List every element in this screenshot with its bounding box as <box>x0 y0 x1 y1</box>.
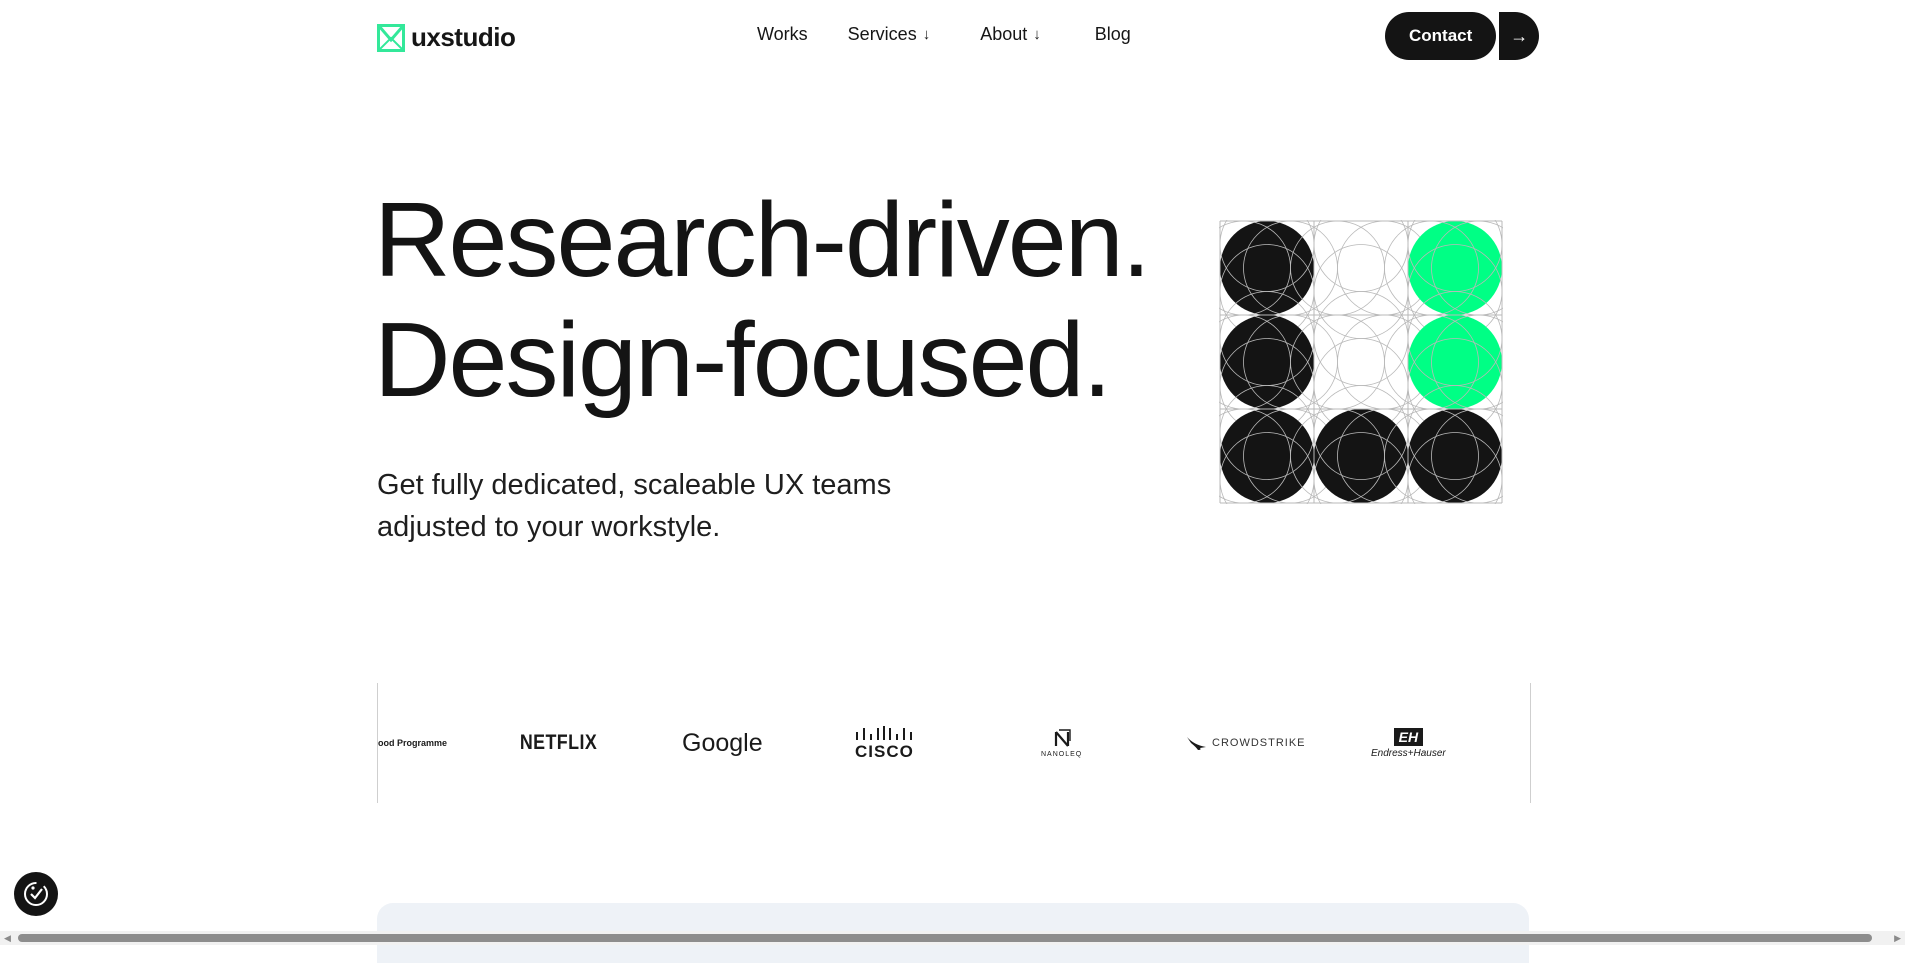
accessibility-button[interactable] <box>14 872 58 916</box>
client-logo-wfp: ood Programme <box>378 683 447 803</box>
client-endress-badge: EH <box>1393 727 1424 746</box>
nav-services[interactable]: Services ↓ <box>848 24 931 45</box>
grid-circle-white <box>1314 221 1408 315</box>
client-logo-nanoleq: NANOLEQ <box>1041 683 1082 803</box>
hero-headline-line1: Research-driven. <box>374 181 1151 299</box>
client-logo-crowdstrike: CROWDSTRIKE <box>1186 683 1306 803</box>
arrow-down-icon: ↓ <box>922 26 931 43</box>
nav-blog[interactable]: Blog <box>1095 24 1131 45</box>
scrollbar-thumb[interactable] <box>18 934 1872 942</box>
grid-circle-white <box>1314 315 1408 409</box>
client-endress-text: Endress+Hauser <box>1371 747 1446 759</box>
logo-text: uxstudio <box>411 22 516 52</box>
accessibility-icon <box>24 882 48 906</box>
contact-cta: Contact → <box>1385 12 1540 60</box>
hero-subtitle-line2: adjusted to your workstyle. <box>377 511 721 543</box>
client-logo-netflix: NETFLIX <box>520 683 597 803</box>
hero-subtitle: Get fully dedicated, scaleable UX teams … <box>377 464 937 548</box>
hero-headline: Research-driven. Design-focused. <box>374 180 1151 420</box>
client-google-text: Google <box>682 728 763 757</box>
client-logo-cisco: CISCO <box>855 683 914 803</box>
horizontal-scrollbar[interactable]: ◀ ▶ <box>0 931 1905 945</box>
grid-circle-green <box>1408 221 1502 315</box>
client-wfp-text: ood Programme <box>378 738 448 748</box>
grid-circle-black <box>1220 409 1314 503</box>
grid-circle-black <box>1314 409 1408 503</box>
nav-works[interactable]: Works <box>757 24 808 45</box>
arrow-down-icon: ↓ <box>1033 26 1041 43</box>
uxstudio-logo-icon <box>377 23 405 52</box>
nanoleq-mark-icon <box>1054 728 1071 747</box>
arrow-right-icon[interactable]: → <box>1499 12 1540 60</box>
nav-blog-label: Blog <box>1094 24 1131 44</box>
client-netflix-text: NETFLIX <box>519 731 598 754</box>
client-logo-endress-hauser: EH Endress+Hauser <box>1371 683 1446 803</box>
uxstudio-logo[interactable]: uxstudio <box>377 22 516 53</box>
hero-headline-line2: Design-focused. <box>374 301 1112 419</box>
grid-outline-arc <box>1313 220 1409 292</box>
scroll-right-arrow-icon[interactable]: ▶ <box>1894 933 1901 944</box>
grid-circle-black <box>1220 315 1314 409</box>
client-crowdstrike-text: CROWDSTRIKE <box>1212 737 1306 749</box>
hero-subtitle-line1: Get fully dedicated, scaleable UX teams <box>377 469 892 501</box>
nav-about-label: About <box>980 24 1028 44</box>
contact-button[interactable]: Contact <box>1385 12 1497 60</box>
grid-circle-green <box>1408 315 1502 409</box>
hero-grid-illustration <box>1219 220 1503 504</box>
crowdstrike-falcon-icon <box>1187 737 1206 750</box>
nav-about[interactable]: About ↓ <box>980 24 1041 45</box>
client-logo-google: Google <box>682 683 763 803</box>
client-cisco-text: CISCO <box>855 742 914 761</box>
grid-circle-black <box>1220 221 1314 315</box>
nav-services-label: Services <box>847 24 917 44</box>
client-logo-strip: ood Programme NETFLIX Google CISCO NANOL… <box>377 683 1531 803</box>
client-nanoleq-text: NANOLEQ <box>1041 750 1083 758</box>
grid-circle-black <box>1408 409 1502 503</box>
nav-works-label: Works <box>757 24 808 44</box>
scroll-left-arrow-icon[interactable]: ◀ <box>4 933 11 944</box>
main-nav: Works Services ↓ About ↓ Blog <box>757 24 1131 45</box>
